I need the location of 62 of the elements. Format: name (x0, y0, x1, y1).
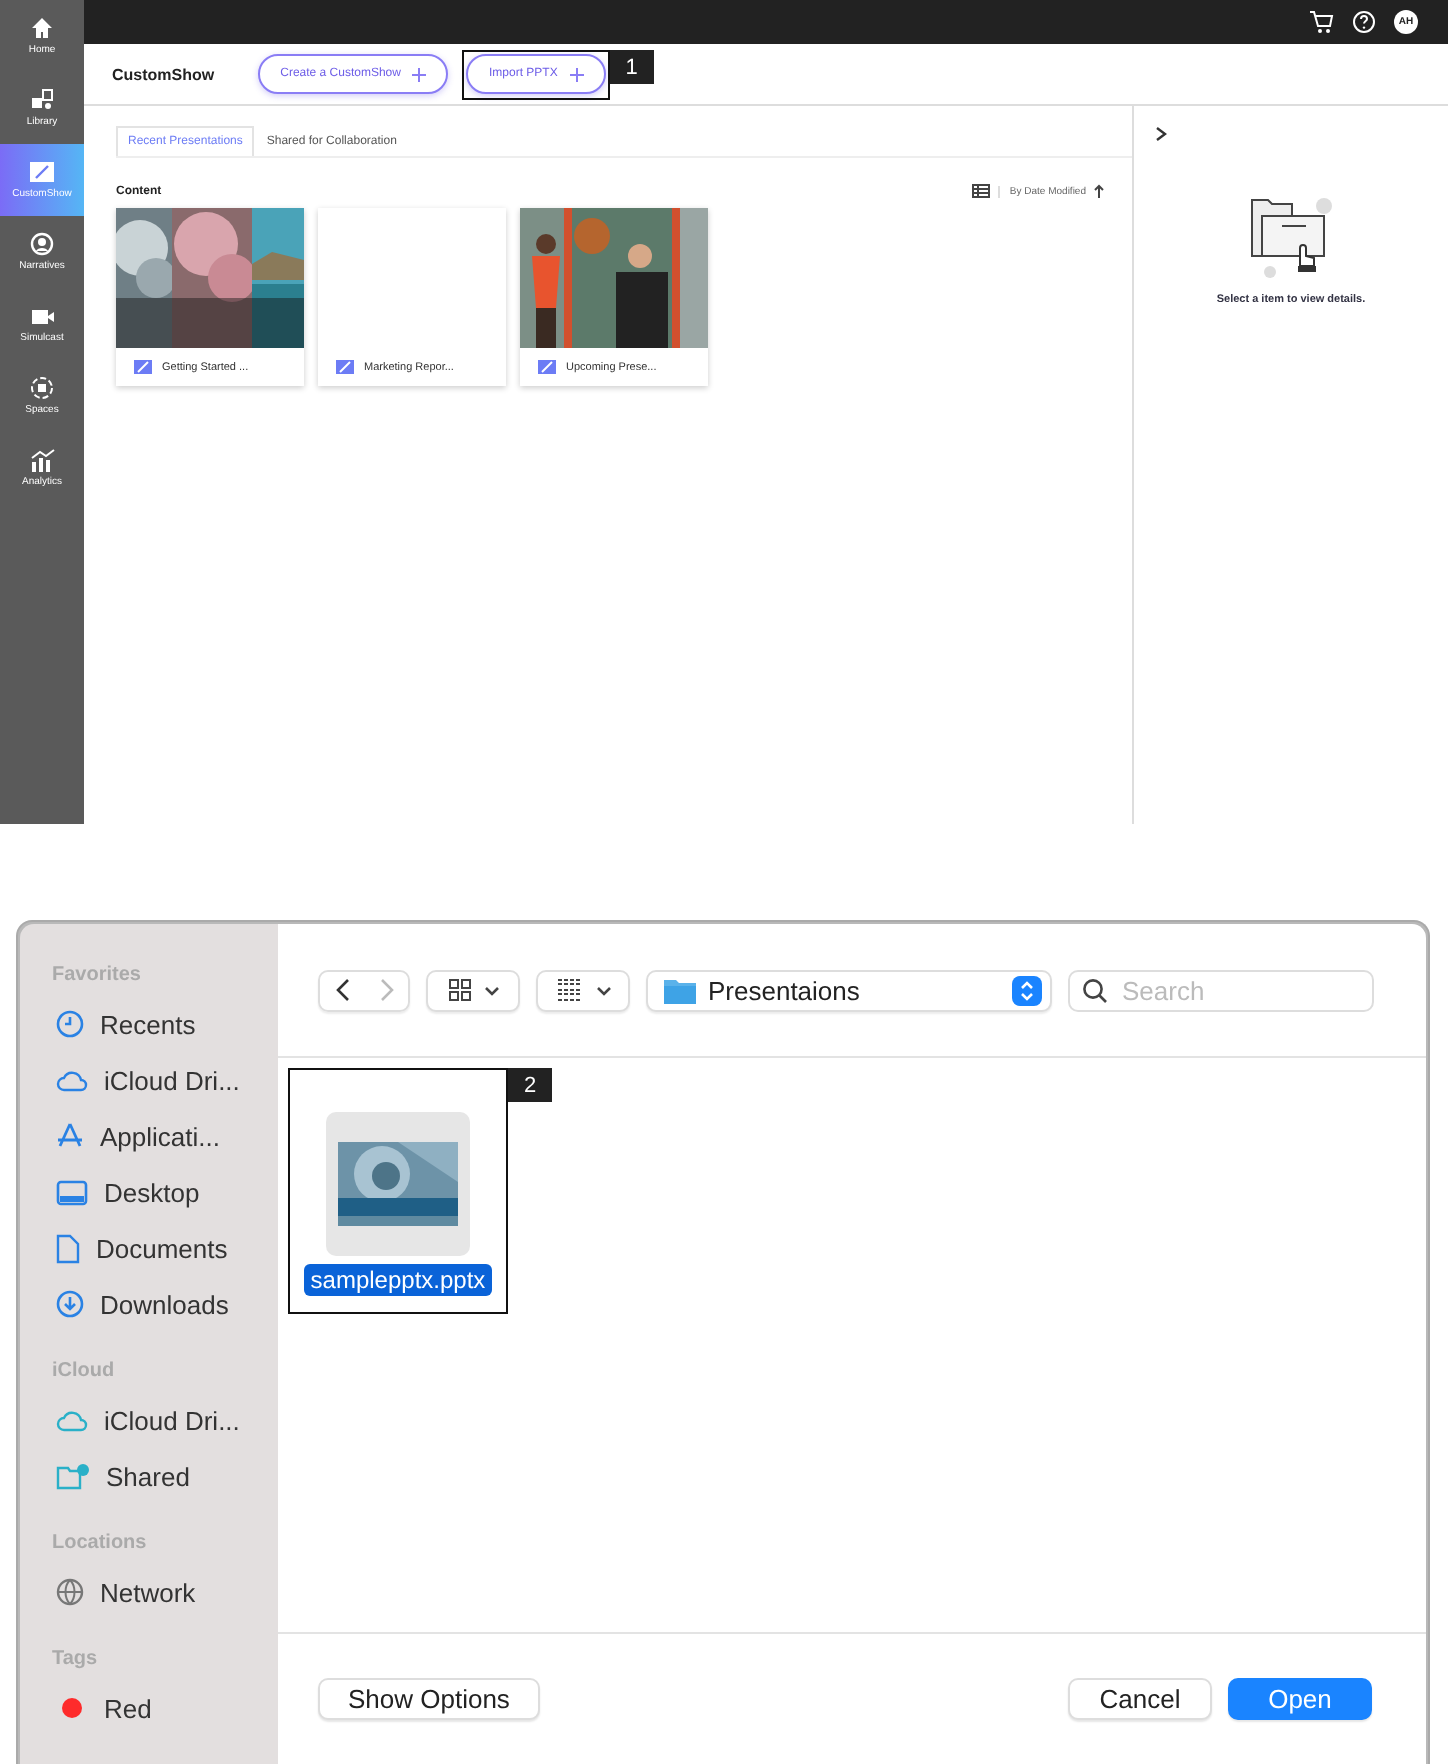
sidebar-item[interactable]: Network (36, 1564, 278, 1620)
folder-click-drawing (1247, 194, 1335, 278)
presentation-icon (538, 360, 556, 374)
step-number: 2 (508, 1068, 552, 1102)
presentation-icon (28, 160, 56, 184)
dialog-button[interactable]: Open (1228, 1678, 1372, 1720)
sidebar-item[interactable]: Downloads (36, 1276, 278, 1332)
sidebar-item[interactable]: Desktop (36, 1164, 278, 1220)
sidebar-item[interactable]: Shared (36, 1448, 278, 1504)
page-title: CustomShow (112, 65, 215, 83)
search-field[interactable]: Search (1068, 969, 1374, 1011)
search-icon (1082, 977, 1108, 1003)
sidebar-heading: Tags (52, 1648, 100, 1670)
analytics-icon (29, 448, 55, 472)
show-options-button[interactable]: Show Options (318, 1678, 540, 1720)
caret-icon (483, 985, 499, 995)
shared-folder-icon (56, 1462, 90, 1490)
back-button[interactable] (320, 971, 364, 1009)
caret-icon (595, 985, 611, 995)
globe-icon (56, 1578, 84, 1606)
presentation-icon (134, 360, 152, 374)
file-item[interactable]: samplepptx.pptx (292, 1072, 504, 1308)
arrow-up-icon[interactable] (1094, 184, 1104, 198)
cloud-icon (56, 1408, 88, 1432)
person-icon (30, 232, 54, 256)
help-icon[interactable] (1352, 10, 1376, 34)
grid-icon (447, 978, 471, 1002)
download-icon (56, 1290, 84, 1318)
cloud-icon (56, 1068, 88, 1092)
group-icon (555, 978, 583, 1002)
app-store-icon (56, 1122, 84, 1150)
list-view-icon[interactable] (971, 184, 990, 198)
icon-view-button[interactable] (426, 969, 520, 1011)
library-icon (30, 88, 54, 112)
chevron-right-icon (379, 978, 393, 1002)
sidebar-heading: Favorites (52, 964, 143, 986)
group-button[interactable] (536, 969, 630, 1011)
sidebar-item[interactable]: Documents (36, 1220, 278, 1276)
folder-icon (664, 977, 696, 1003)
home-icon (30, 16, 54, 40)
sidebar-item[interactable]: iCloud Dri... (36, 1052, 278, 1108)
clock-icon (56, 1010, 84, 1038)
video-icon (29, 305, 55, 327)
sidebar-item[interactable]: Applicati... (36, 1108, 278, 1164)
chevron-left-icon (335, 978, 349, 1002)
step-number: 1 (609, 50, 654, 84)
location-popup[interactable]: Presentaions (646, 969, 1052, 1011)
sidebar-heading: iCloud (52, 1360, 117, 1382)
dialog-button[interactable]: Cancel (1068, 1678, 1212, 1720)
plus-icon (412, 67, 427, 81)
stepper-icon (1012, 975, 1042, 1005)
chevron-right-icon[interactable] (1154, 126, 1168, 142)
sidebar-heading: Locations (52, 1532, 149, 1554)
plus-icon (569, 67, 584, 81)
cart-icon[interactable] (1308, 10, 1334, 34)
sidebar-item[interactable]: Recents (36, 996, 278, 1052)
document-icon (56, 1233, 80, 1263)
sidebar-item[interactable]: iCloud Dri... (36, 1392, 278, 1448)
spaces-icon (30, 376, 54, 400)
sidebar-item[interactable]: Red (36, 1680, 278, 1736)
presentation-icon (336, 360, 354, 374)
desktop-icon (56, 1179, 88, 1205)
